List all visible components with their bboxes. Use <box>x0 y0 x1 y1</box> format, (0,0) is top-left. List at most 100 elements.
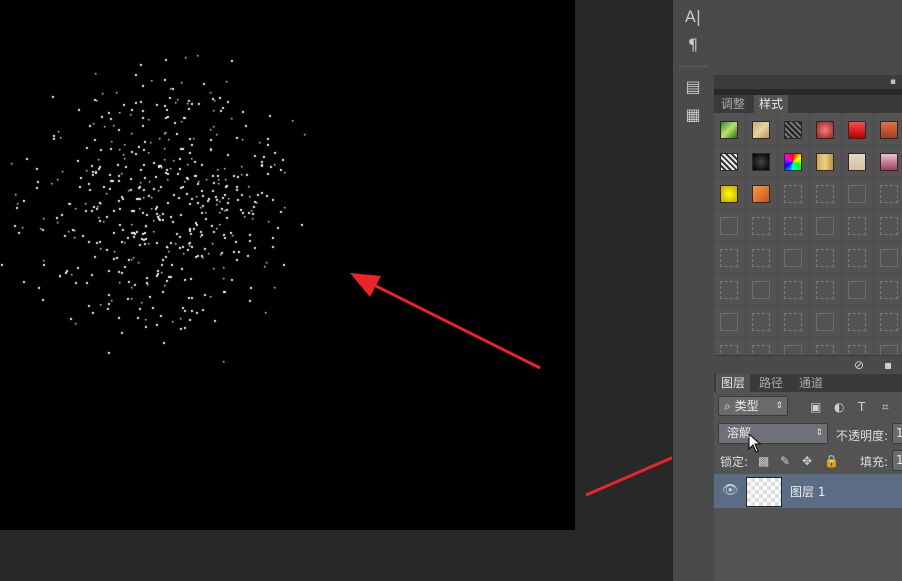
style-swatch-empty[interactable] <box>720 345 738 355</box>
style-swatch[interactable] <box>880 153 898 171</box>
style-swatch-empty[interactable] <box>816 185 834 203</box>
style-swatch-empty[interactable] <box>784 217 802 235</box>
grid-line <box>714 337 902 338</box>
top-panel-area <box>714 0 902 75</box>
search-icon: ⌕ <box>724 399 731 413</box>
arrow-to-canvas <box>350 273 541 370</box>
grid-line <box>777 113 778 355</box>
style-swatch-empty[interactable] <box>784 345 802 355</box>
style-swatch[interactable] <box>720 121 738 139</box>
style-swatch[interactable] <box>752 153 770 171</box>
tab-channels[interactable]: 通道 <box>794 374 828 392</box>
style-swatch-empty[interactable] <box>880 217 898 235</box>
style-swatch-empty[interactable] <box>848 185 866 203</box>
layers-panel: ⌕ 类型 ⇕ ▣ ◐ T ⌗ 溶解 ⇕ 不透明度: 1 锁定: ▩ ✎ ✥ 🔒 … <box>714 392 902 581</box>
grid-line <box>714 305 902 306</box>
style-swatch-empty[interactable] <box>816 249 834 267</box>
strip-divider <box>679 66 707 70</box>
layer-item[interactable]: 👁 图层 1 <box>714 474 902 508</box>
style-swatch-empty[interactable] <box>816 313 834 331</box>
tab-adjustments[interactable]: 调整 <box>716 95 750 113</box>
properties-panel-icon[interactable]: ▤ <box>681 76 705 98</box>
style-swatch-empty[interactable] <box>720 249 738 267</box>
opacity-label: 不透明度: <box>836 429 889 443</box>
select-arrows-icon: ⇕ <box>815 428 823 438</box>
style-swatch-empty[interactable] <box>848 249 866 267</box>
style-swatch-empty[interactable] <box>784 249 802 267</box>
tab-styles[interactable]: 样式 <box>754 95 789 113</box>
blend-mode-select[interactable]: 溶解 ⇕ <box>718 423 828 444</box>
pixel-filter-icon[interactable]: ▣ <box>810 400 821 414</box>
style-swatch[interactable] <box>720 153 738 171</box>
style-swatch[interactable] <box>848 153 866 171</box>
style-swatch[interactable] <box>752 121 770 139</box>
style-swatch-empty[interactable] <box>848 345 866 355</box>
grid-line <box>714 177 902 178</box>
fill-input[interactable]: 1 <box>892 450 902 471</box>
styles-panel-footer: ⊘ ▪ <box>714 355 902 374</box>
lock-all-icon[interactable]: 🔒 <box>824 454 839 468</box>
style-swatch-empty[interactable] <box>848 281 866 299</box>
layer-name: 图层 1 <box>790 485 826 499</box>
style-swatch-empty[interactable] <box>848 313 866 331</box>
style-swatch-empty[interactable] <box>720 281 738 299</box>
style-swatch[interactable] <box>720 185 738 203</box>
style-swatch-empty[interactable] <box>720 217 738 235</box>
style-swatch-empty[interactable] <box>752 217 770 235</box>
shape-filter-icon[interactable]: ⌗ <box>882 400 889 414</box>
style-swatch[interactable] <box>816 121 834 139</box>
grid-line <box>809 113 810 355</box>
tab-paths[interactable]: 路径 <box>754 374 788 392</box>
style-swatch-empty[interactable] <box>880 313 898 331</box>
select-arrows-icon: ⇕ <box>775 401 783 411</box>
style-swatch-empty[interactable] <box>816 281 834 299</box>
layers-panel-tabs: 图层 路径 通道 <box>714 374 902 392</box>
notes-panel-icon[interactable]: ▦ <box>681 104 705 126</box>
style-swatch[interactable] <box>752 185 770 203</box>
grid-line <box>873 113 874 355</box>
tab-layers[interactable]: 图层 <box>716 374 751 392</box>
style-swatch-empty[interactable] <box>880 249 898 267</box>
style-swatch-empty[interactable] <box>752 345 770 355</box>
panel-menu-icon[interactable]: ▪ <box>890 77 896 87</box>
panel-icon-strip: A| ¶ ▤ ▦ <box>672 0 715 581</box>
opacity-value: 1 <box>896 426 902 440</box>
opacity-input[interactable]: 1 <box>892 423 902 444</box>
filter-kind-select[interactable]: ⌕ 类型 ⇕ <box>718 396 788 416</box>
style-swatch-empty[interactable] <box>720 313 738 331</box>
style-swatch[interactable] <box>880 121 898 139</box>
new-style-icon[interactable]: ▪ <box>884 358 892 372</box>
style-swatch-empty[interactable] <box>880 345 898 355</box>
style-swatch[interactable] <box>848 121 866 139</box>
clear-style-icon[interactable]: ⊘ <box>854 358 864 372</box>
type-filter-icon[interactable]: T <box>858 400 865 414</box>
grid-line <box>745 113 746 355</box>
lock-position-icon[interactable]: ✥ <box>802 454 812 468</box>
style-swatch[interactable] <box>784 153 802 171</box>
fill-value: 1 <box>896 453 902 467</box>
paragraph-panel-icon[interactable]: ¶ <box>681 34 705 56</box>
character-panel-icon[interactable]: A| <box>681 6 705 28</box>
lock-image-icon[interactable]: ✎ <box>780 454 790 468</box>
style-swatch-empty[interactable] <box>880 185 898 203</box>
style-swatch[interactable] <box>816 153 834 171</box>
style-swatch-empty[interactable] <box>816 217 834 235</box>
style-swatch-empty[interactable] <box>752 281 770 299</box>
lock-fill-row: 锁定: ▩ ✎ ✥ 🔒 填充: 1 <box>714 450 902 472</box>
panel-collapse-bar: ▪ <box>714 75 902 90</box>
lock-transparent-icon[interactable]: ▩ <box>758 454 769 468</box>
fill-label: 填充: <box>860 455 889 469</box>
style-swatch-empty[interactable] <box>752 249 770 267</box>
style-swatch-empty[interactable] <box>752 313 770 331</box>
style-swatch-empty[interactable] <box>848 217 866 235</box>
style-swatch[interactable] <box>784 121 802 139</box>
style-swatch-empty[interactable] <box>816 345 834 355</box>
style-swatch-empty[interactable] <box>784 185 802 203</box>
style-swatch-empty[interactable] <box>784 281 802 299</box>
style-swatch-empty[interactable] <box>880 281 898 299</box>
style-swatch-empty[interactable] <box>784 313 802 331</box>
eye-visibility-icon[interactable]: 👁 <box>722 484 739 498</box>
styles-panel-tabs: 调整 样式 <box>714 95 902 113</box>
adjustment-filter-icon[interactable]: ◐ <box>834 400 844 414</box>
layer-filter-row: ⌕ 类型 ⇕ ▣ ◐ T ⌗ <box>714 396 902 418</box>
